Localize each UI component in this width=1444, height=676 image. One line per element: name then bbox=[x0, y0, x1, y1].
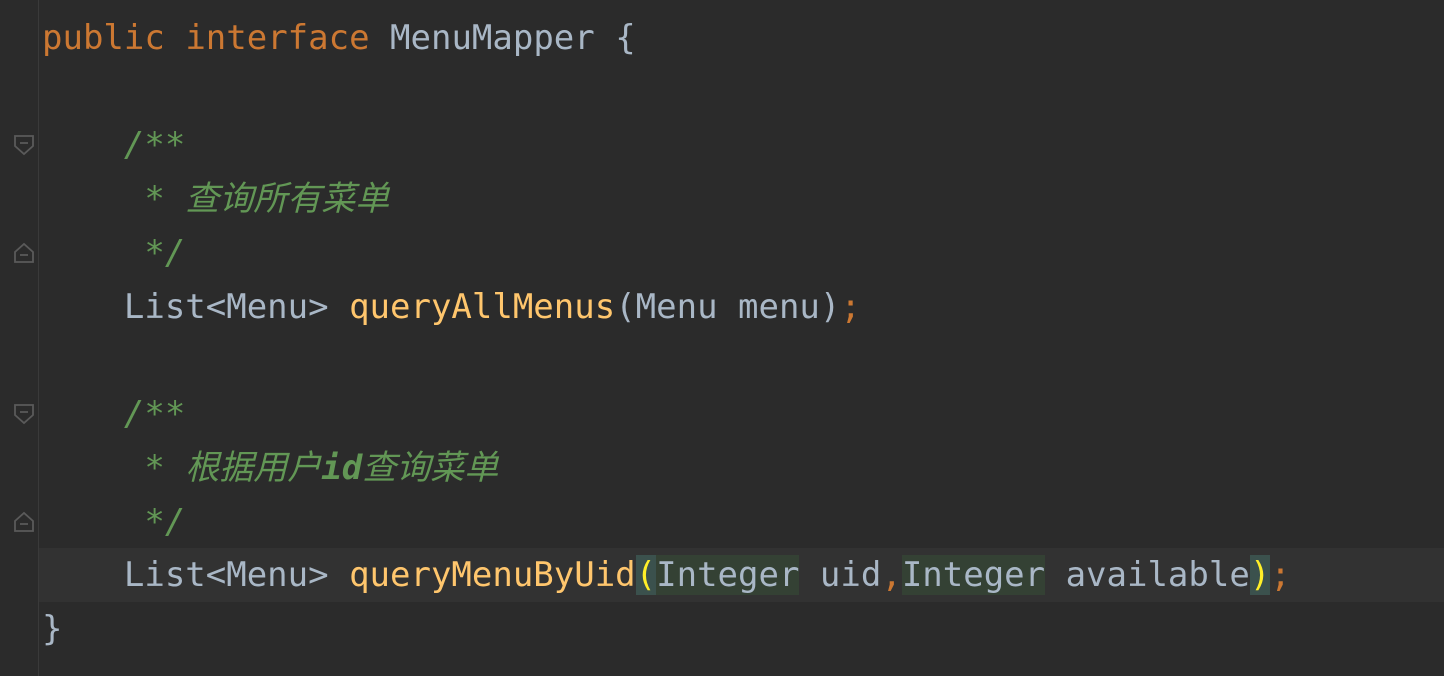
doc-comment-text: 查询菜单 bbox=[362, 448, 499, 488]
doc-comment-id: id bbox=[321, 448, 363, 488]
paren-open: ( bbox=[615, 287, 636, 327]
code-line-doc-open[interactable]: /** bbox=[42, 118, 185, 172]
code-line-doc-open[interactable]: /** bbox=[42, 387, 185, 441]
paren-close: ) bbox=[819, 287, 841, 327]
code-line-interface-declaration[interactable]: public interface MenuMapper { bbox=[42, 11, 636, 65]
semicolon: ; bbox=[840, 287, 861, 327]
code-line-doc-close[interactable]: */ bbox=[42, 226, 185, 280]
semicolon: ; bbox=[1270, 555, 1291, 595]
comma: , bbox=[881, 555, 902, 595]
paren-open-matched: ( bbox=[635, 555, 657, 595]
editor-gutter bbox=[0, 0, 38, 676]
param-name-uid: uid bbox=[799, 555, 882, 595]
fold-end-icon[interactable] bbox=[12, 241, 36, 265]
doc-comment-close: */ bbox=[123, 233, 186, 273]
paren-close-matched: ) bbox=[1249, 555, 1271, 595]
doc-comment-text: 根据用户 bbox=[185, 448, 322, 488]
param-type-integer: Integer bbox=[901, 555, 1046, 595]
fold-collapse-icon[interactable] bbox=[12, 402, 36, 426]
return-type: List<Menu> bbox=[123, 287, 329, 327]
code-line-doc-text[interactable]: * 查询所有菜单 bbox=[42, 172, 389, 226]
param-type-integer: Integer bbox=[656, 555, 800, 595]
method-name: queryAllMenus bbox=[349, 287, 616, 327]
method-name: queryMenuByUid bbox=[349, 555, 636, 595]
code-line-method-query-all-menus[interactable]: List<Menu> queryAllMenus(Menu menu); bbox=[42, 280, 861, 334]
return-type: List<Menu> bbox=[123, 555, 329, 595]
doc-comment-open: /** bbox=[123, 125, 186, 165]
code-editor[interactable]: public interface MenuMapper { /** * 查询所有… bbox=[0, 0, 1444, 676]
doc-comment-open: /** bbox=[123, 394, 186, 434]
interface-name: MenuMapper bbox=[390, 18, 595, 58]
code-line-doc-close[interactable]: */ bbox=[42, 495, 185, 549]
doc-comment-close: */ bbox=[123, 502, 186, 542]
code-line-doc-text[interactable]: * 根据用户id查询菜单 bbox=[42, 441, 498, 495]
keyword-public: public bbox=[42, 18, 165, 58]
close-brace: } bbox=[42, 609, 63, 649]
method-params: Menu menu bbox=[635, 287, 820, 327]
param-name-available: available bbox=[1045, 555, 1250, 595]
code-line-close-brace[interactable]: } bbox=[42, 602, 62, 656]
code-line-method-query-menu-by-uid[interactable]: List<Menu> queryMenuByUid(Integer uid,In… bbox=[42, 548, 1291, 602]
open-brace: { bbox=[615, 18, 636, 58]
doc-comment-text: * 查询所有菜单 bbox=[123, 179, 390, 219]
doc-comment-star: * bbox=[123, 448, 186, 488]
fold-collapse-icon[interactable] bbox=[12, 133, 36, 157]
keyword-interface: interface bbox=[185, 18, 370, 58]
fold-end-icon[interactable] bbox=[12, 510, 36, 534]
